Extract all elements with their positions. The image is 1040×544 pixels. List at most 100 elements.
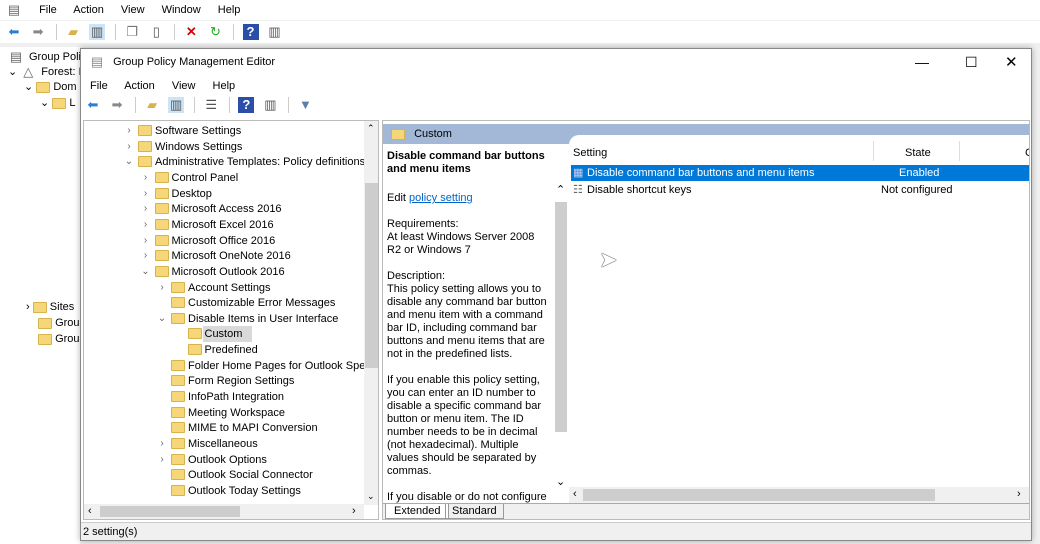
expand-icon[interactable]: › <box>157 436 167 452</box>
tree-item[interactable]: › Microsoft Office 2016 <box>84 233 364 249</box>
scroll-left-icon[interactable]: ‹ <box>573 488 577 500</box>
help-icon[interactable]: ? <box>238 97 255 113</box>
up-folder-icon[interactable]: ▰ <box>65 24 81 40</box>
tree-item[interactable]: InfoPath Integration <box>84 389 364 405</box>
tree-hscrollbar[interactable]: ‹ › <box>84 504 364 519</box>
expand-icon[interactable]: › <box>141 170 151 186</box>
expand-icon[interactable]: › <box>141 201 151 217</box>
back-icon[interactable]: ⬅ <box>85 97 101 113</box>
maximize-button[interactable]: ☐ <box>965 49 978 76</box>
column-header-state[interactable]: State <box>905 147 931 159</box>
tree-item[interactable]: Predefined <box>84 342 364 358</box>
export-list-icon[interactable]: ☰ <box>203 97 219 113</box>
sites-icon <box>32 301 47 313</box>
collapse-icon[interactable]: ⌄ <box>124 154 134 170</box>
description-vscrollbar[interactable]: ⌃ ⌄ <box>553 184 569 504</box>
minimize-button[interactable]: — <box>915 49 929 76</box>
description-vscroll-thumb[interactable] <box>555 202 567 432</box>
action-pane-icon[interactable]: ▥ <box>262 97 278 113</box>
tree-item[interactable]: › Microsoft Access 2016 <box>84 201 364 217</box>
setting-row[interactable]: ▦ Disable command bar buttons and menu i… <box>571 165 1029 181</box>
collapse-icon[interactable]: ⌄ <box>141 264 151 280</box>
scroll-down-icon[interactable]: ⌄ <box>367 491 375 502</box>
show-tree-icon[interactable]: ▥ <box>168 97 185 113</box>
tree-vscrollbar[interactable]: ⌃ ⌄ <box>364 121 378 505</box>
tree-item[interactable]: › Software Settings <box>84 123 364 139</box>
tree-item[interactable]: ⌄ Administrative Templates: Policy defini… <box>84 154 378 170</box>
outer-tree-item[interactable]: › Sites <box>26 299 74 315</box>
expand-icon[interactable]: › <box>141 248 151 264</box>
forward-icon[interactable]: ➡ <box>109 97 125 113</box>
tree-item[interactable]: MIME to MAPI Conversion <box>84 420 364 436</box>
tree-item[interactable]: › Control Panel <box>84 170 364 186</box>
help-icon[interactable]: ? <box>242 24 259 40</box>
scroll-up-icon[interactable]: ⌃ <box>556 184 565 197</box>
expand-icon[interactable]: › <box>157 452 167 468</box>
expand-icon[interactable]: › <box>124 123 134 139</box>
outer-tree-item[interactable]: Grou <box>38 331 80 347</box>
close-button[interactable]: ✕ <box>1005 49 1018 76</box>
outer-menu-window[interactable]: Window <box>162 4 201 16</box>
tree-item[interactable]: › Microsoft OneNote 2016 <box>84 248 364 264</box>
tree-item[interactable]: › Windows Settings <box>84 139 364 155</box>
forward-icon[interactable]: ➡ <box>30 24 46 40</box>
menu-action[interactable]: Action <box>124 80 155 92</box>
folder-icon <box>154 234 169 246</box>
refresh-icon[interactable]: ↻ <box>207 24 223 40</box>
outer-menu-file[interactable]: File <box>39 4 57 16</box>
menu-help[interactable]: Help <box>213 80 236 92</box>
outer-menu-action[interactable]: Action <box>73 4 104 16</box>
edit-policy-link[interactable]: policy setting <box>409 192 473 204</box>
expand-icon[interactable]: › <box>141 186 151 202</box>
tree-item[interactable]: › Microsoft Excel 2016 <box>84 217 364 233</box>
outer-menu-view[interactable]: View <box>121 4 145 16</box>
tree-item[interactable]: ⌄ Disable Items in User Interface <box>84 311 364 327</box>
filter-icon[interactable]: ▼ <box>297 97 313 113</box>
scroll-up-icon[interactable]: ⌃ <box>367 123 375 134</box>
show-tree-icon[interactable]: ▥ <box>89 24 106 40</box>
scroll-left-icon[interactable]: ‹ <box>88 505 92 517</box>
menu-file[interactable]: File <box>90 80 108 92</box>
tree-item[interactable]: Outlook Today Settings <box>84 483 364 499</box>
tree-item[interactable]: ⌄ Microsoft Outlook 2016 <box>84 264 364 280</box>
up-folder-icon[interactable]: ▰ <box>144 97 160 113</box>
tab-extended[interactable]: Extended <box>385 504 450 519</box>
delete-icon[interactable]: ✕ <box>183 24 199 40</box>
tree-item[interactable]: Meeting Workspace <box>84 405 364 421</box>
expand-icon[interactable]: › <box>141 233 151 249</box>
action-pane-icon[interactable]: ▥ <box>267 24 283 40</box>
expand-icon[interactable]: › <box>124 139 134 155</box>
list-hscrollbar[interactable]: ‹ › <box>569 487 1029 503</box>
column-header-setting[interactable]: Setting <box>573 147 607 159</box>
outer-menu-help[interactable]: Help <box>218 4 241 16</box>
tree-item[interactable]: › Account Settings <box>84 280 364 296</box>
expand-icon[interactable]: › <box>141 217 151 233</box>
outer-tree-item[interactable]: Grou <box>38 315 80 331</box>
scroll-right-icon[interactable]: › <box>1017 488 1021 500</box>
menu-view[interactable]: View <box>172 80 196 92</box>
tree-item[interactable]: Outlook Social Connector <box>84 467 364 483</box>
scroll-right-icon[interactable]: › <box>352 505 356 517</box>
tree-item[interactable]: Folder Home Pages for Outlook Special <box>84 358 378 374</box>
tree-vscroll-thumb[interactable] <box>365 183 378 368</box>
outer-tree-item[interactable]: ⌄ Dom <box>24 79 77 95</box>
tree-item[interactable]: › Outlook Options <box>84 452 364 468</box>
tree-item[interactable]: › Desktop <box>84 186 364 202</box>
expand-icon[interactable]: › <box>157 280 167 296</box>
column-header-comment[interactable]: C <box>1025 147 1029 159</box>
tree-item[interactable]: Form Region Settings <box>84 373 364 389</box>
paste-icon[interactable]: ▯ <box>148 24 164 40</box>
tab-standard[interactable]: Standard <box>445 504 504 519</box>
outer-tree-item[interactable]: ⌄ L <box>40 95 75 111</box>
setting-row[interactable]: ☷ Disable shortcut keys Not configured <box>571 182 1029 198</box>
tree-item[interactable]: Custom <box>84 326 364 343</box>
scroll-down-icon[interactable]: ⌄ <box>556 476 565 489</box>
outer-tree-item[interactable]: ⌄ △ Forest: L <box>8 64 85 80</box>
copy-icon[interactable]: ❐ <box>124 24 140 40</box>
back-icon[interactable]: ⬅ <box>6 24 22 40</box>
tree-hscroll-thumb[interactable] <box>100 506 240 517</box>
tree-item[interactable]: › Miscellaneous <box>84 436 364 452</box>
collapse-icon[interactable]: ⌄ <box>157 311 167 327</box>
list-hscroll-thumb[interactable] <box>583 489 935 501</box>
tree-item[interactable]: Customizable Error Messages <box>84 295 364 311</box>
